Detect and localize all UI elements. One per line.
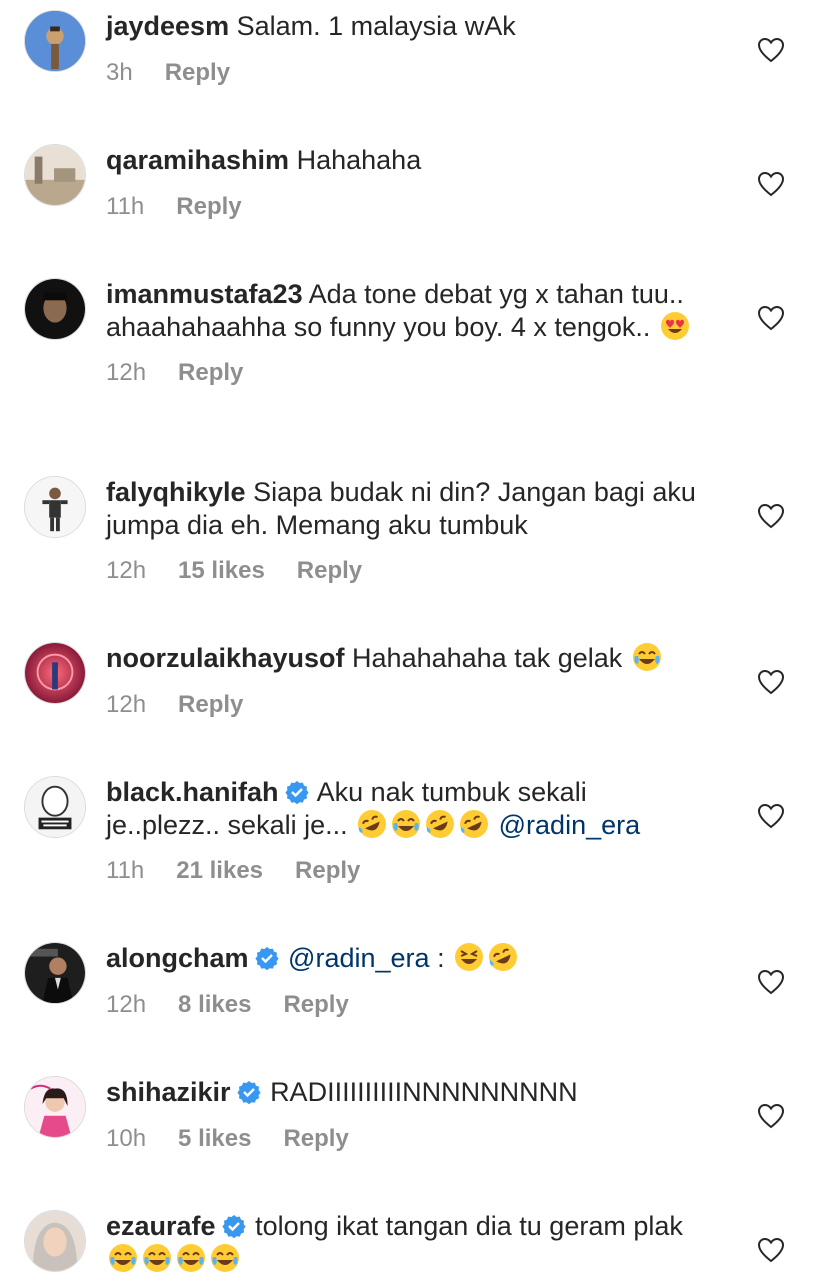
avatar[interactable] [24,642,86,704]
mention-link[interactable]: @radin_era [288,943,430,973]
heart-icon[interactable] [757,305,785,331]
heart-icon[interactable] [757,803,785,829]
likes-count[interactable]: 21 likes [176,857,263,885]
rofl-emoji-icon [358,809,387,838]
rofl-emoji-icon [460,809,489,838]
rofl-emoji-icon [426,809,455,838]
username[interactable]: jaydeesm [106,11,229,41]
comment-text: Salam. 1 malaysia wAk [236,11,516,41]
likes-count[interactable]: 15 likes [178,557,265,585]
username[interactable]: black.hanifah [106,777,279,807]
heart-eyes-emoji-icon [660,311,689,340]
reply-button[interactable]: Reply [178,691,243,719]
reply-button[interactable]: Reply [295,857,360,885]
avatar[interactable] [24,1076,86,1138]
mention-link[interactable]: @radin_era [499,810,641,840]
timestamp: 10h [106,1124,147,1152]
avatar[interactable] [24,10,86,72]
joy-emoji-icon [632,643,661,671]
reply-button[interactable]: Reply [297,557,362,585]
username[interactable]: shihazikir [106,1077,231,1107]
rofl-emoji-icon [489,943,518,971]
username[interactable]: alongcham [106,943,249,973]
reply-button[interactable]: Reply [283,1125,348,1153]
comment-text: tolong ikat tangan dia tu geram plak [255,1211,683,1241]
verified-badge-icon [254,947,279,970]
heart-icon[interactable] [757,171,785,197]
verified-badge-icon [221,1215,246,1238]
joy-emoji-icon [211,1243,239,1272]
likes-count[interactable]: 5 likes [178,1125,251,1153]
reply-button[interactable]: Reply [165,59,230,87]
heart-icon[interactable] [757,1237,785,1263]
comment-text: Hahahahaha tak gelak [352,643,623,673]
timestamp: 12h [106,557,147,584]
username[interactable]: noorzulaikhayusof [106,643,345,673]
joy-emoji-icon [109,1243,137,1272]
joy-emoji-icon [392,809,421,838]
verified-badge-icon [284,781,309,804]
reply-button[interactable]: Reply [176,193,241,221]
avatar[interactable] [24,942,86,1004]
heart-icon[interactable] [757,503,785,529]
comment-text: Hahahaha [296,145,422,175]
comment-text: : [437,943,445,973]
heart-icon[interactable] [757,669,785,695]
avatar[interactable] [24,144,86,206]
timestamp: 12h [106,990,147,1018]
verified-badge-icon [236,1081,261,1104]
avatar[interactable] [24,776,86,838]
timestamp: 12h [106,690,147,718]
timestamp: 12h [106,359,147,386]
timestamp: 11h [106,857,145,884]
username[interactable]: imanmustafa23 [106,279,303,309]
username[interactable]: falyqhikyle [106,477,246,507]
heart-icon[interactable] [757,37,785,63]
laughing-emoji-icon [455,943,484,971]
timestamp: 3h [106,58,133,86]
reply-button[interactable]: Reply [283,991,348,1019]
comment-text: RADIIIIIIIIIINNNNNNNNN [270,1077,578,1107]
avatar[interactable] [24,476,86,538]
reply-button[interactable]: Reply [178,359,243,387]
avatar[interactable] [24,1210,86,1272]
username[interactable]: ezaurafe [106,1211,216,1241]
joy-emoji-icon [177,1243,205,1272]
likes-count[interactable]: 8 likes [178,991,251,1019]
heart-icon[interactable] [757,1103,785,1129]
username[interactable]: qaramihashim [106,145,289,175]
heart-icon[interactable] [757,969,785,995]
comment-list: jaydeesm Salam. 1 malaysia wAk 3h Reply q… [0,0,828,1288]
avatar[interactable] [24,278,86,340]
joy-emoji-icon [143,1243,171,1272]
timestamp: 11h [106,192,145,220]
